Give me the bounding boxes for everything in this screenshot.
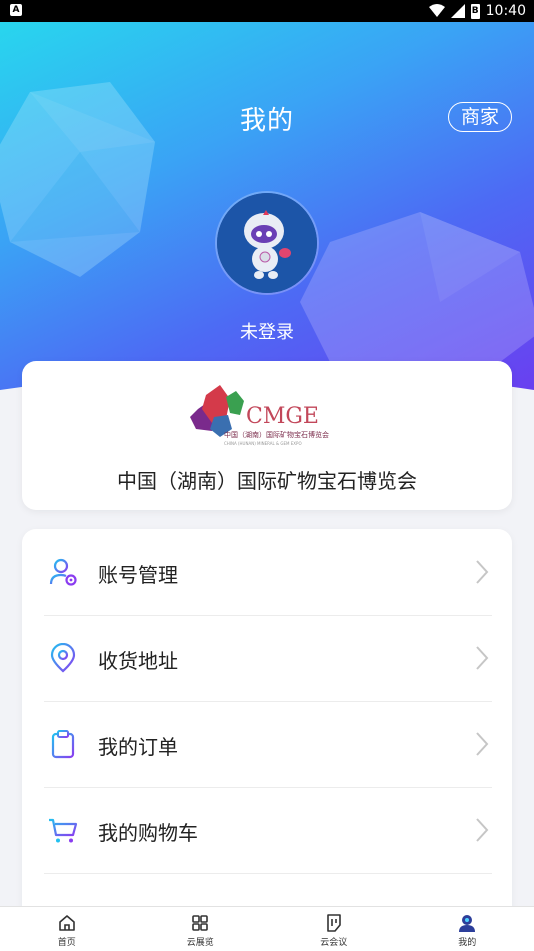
menu-label: 收货地址: [98, 645, 178, 674]
chevron-right-icon: [474, 731, 490, 757]
chevron-right-icon: [474, 559, 490, 585]
menu-label: 账号管理: [98, 559, 178, 588]
bottom-tab-bar: 首页 云展览 云会议 我的: [0, 906, 534, 951]
menu-card: 账号管理 收货地址 我的订单 我的购物车: [22, 529, 512, 929]
home-icon: [57, 913, 77, 933]
signal-icon: [451, 4, 465, 18]
logo-text: CMGE: [246, 404, 319, 429]
avatar[interactable]: [217, 193, 317, 293]
battery-icon: B: [471, 4, 480, 19]
clipboard-icon: [48, 729, 78, 759]
tab-label: 首页: [0, 935, 134, 948]
grid-icon: [190, 913, 210, 933]
menu-item-account[interactable]: 账号管理: [44, 529, 492, 616]
account-settings-icon: [48, 557, 78, 587]
menu-label: 我的订单: [98, 731, 178, 760]
expo-name: 中国（湖南）国际矿物宝石博览会: [22, 465, 512, 494]
tab-label: 我的: [401, 935, 534, 948]
login-status[interactable]: 未登录: [0, 318, 534, 344]
logo-english: CHINA (HUNAN) MINERAL & GEM EXPO: [224, 441, 302, 446]
menu-item-orders[interactable]: 我的订单: [44, 701, 492, 788]
status-bar: A B 10:40: [0, 0, 534, 22]
app-notification-icon: A: [10, 4, 22, 16]
location-pin-icon: [48, 643, 78, 673]
shopping-cart-icon: [48, 815, 78, 845]
tab-label: 云会议: [267, 935, 401, 948]
wifi-icon: [429, 4, 445, 18]
clock-time: 10:40: [486, 3, 526, 19]
user-icon: [457, 913, 477, 933]
menu-label: 我的购物车: [98, 817, 198, 846]
merchant-button[interactable]: 商家: [448, 102, 512, 132]
document-icon: [324, 913, 344, 933]
expo-logo: CMGE 中国（湖南）国际矿物宝石博览会 CHINA (HUNAN) MINER…: [186, 385, 356, 447]
menu-item-address[interactable]: 收货地址: [44, 615, 492, 702]
tab-cloud-exhibition[interactable]: 云展览: [134, 907, 268, 951]
chevron-right-icon: [474, 817, 490, 843]
tab-mine[interactable]: 我的: [401, 907, 534, 951]
tab-cloud-meeting[interactable]: 云会议: [267, 907, 401, 951]
tab-label: 云展览: [134, 935, 268, 948]
profile-header: 我的 商家 未登录: [0, 22, 534, 402]
expo-card[interactable]: CMGE 中国（湖南）国际矿物宝石博览会 CHINA (HUNAN) MINER…: [22, 361, 512, 510]
logo-subtitle: 中国（湖南）国际矿物宝石博览会: [224, 430, 329, 439]
menu-item-cart[interactable]: 我的购物车: [44, 787, 492, 874]
status-indicators: B 10:40: [429, 2, 526, 20]
chevron-right-icon: [474, 645, 490, 671]
mascot-avatar-icon: [217, 193, 317, 293]
tab-home[interactable]: 首页: [0, 907, 134, 951]
